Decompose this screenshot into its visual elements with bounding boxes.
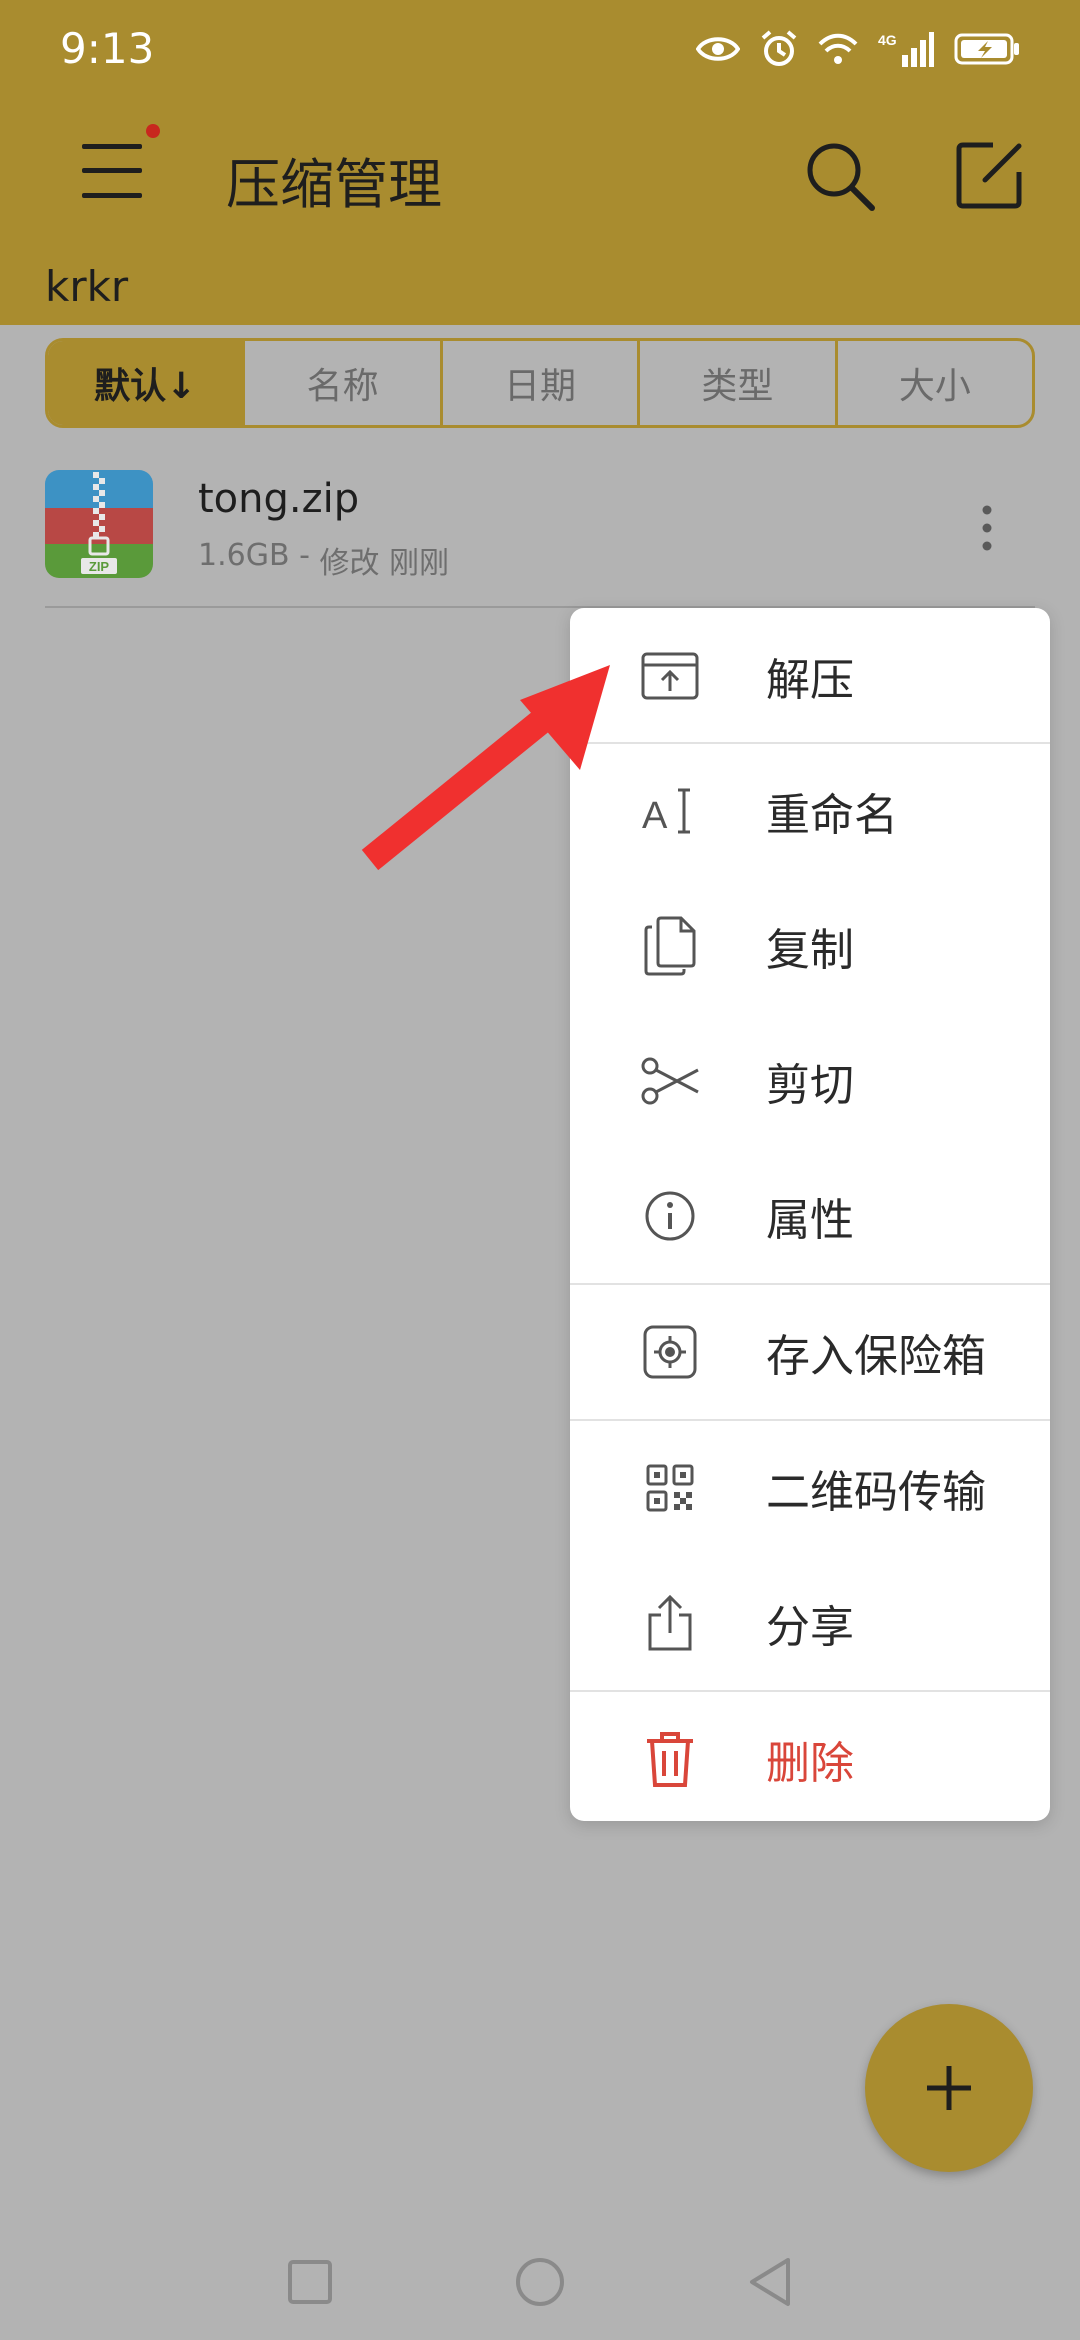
menu-item-copy[interactable]: 复制: [570, 878, 1050, 1013]
menu-item-label: 二维码传输: [766, 1466, 986, 1518]
plus-icon: [927, 2066, 971, 2110]
menu-item-delete[interactable]: 删除: [570, 1691, 1050, 1821]
status-time: 9:13: [60, 24, 155, 73]
signal-icon: 4G: [878, 32, 934, 67]
file-modified: 修改 刚刚: [319, 546, 449, 581]
eye-icon: [696, 37, 740, 61]
svg-text:A: A: [642, 795, 668, 836]
qr-code-icon: [638, 1456, 702, 1520]
menu-item-qr-transfer[interactable]: 二维码传输: [570, 1420, 1050, 1555]
add-fab-button[interactable]: [865, 2004, 1033, 2172]
menu-item-share[interactable]: 分享: [570, 1555, 1050, 1690]
page-title: 压缩管理: [226, 153, 442, 216]
menu-item-label: 属性: [766, 1194, 854, 1246]
info-icon: [638, 1184, 702, 1248]
sort-bar: 默认↓ 名称 日期 类型 大小: [45, 338, 1035, 428]
meta-separator: -: [289, 538, 320, 573]
menu-item-rename[interactable]: A 重命名: [570, 743, 1050, 878]
square-icon: [288, 2260, 332, 2304]
menu-item-label: 重命名: [766, 789, 898, 841]
edit-icon: [956, 142, 1022, 209]
safe-icon: [638, 1320, 702, 1384]
zip-file-icon: ZIP: [45, 470, 153, 578]
search-icon: [807, 143, 875, 211]
status-icons: 4G: [696, 30, 1020, 68]
context-menu: 解压 A 重命名 复制 剪切 属性 存入保险箱 二维码传输 分享 删除: [570, 608, 1050, 1821]
rename-icon: A: [638, 779, 702, 843]
current-path: krkr: [45, 262, 129, 311]
copy-icon: [638, 914, 702, 978]
notification-dot: [146, 124, 160, 138]
sort-tab-name[interactable]: 名称: [245, 341, 443, 425]
scissors-icon: [638, 1049, 702, 1113]
sort-tab-date[interactable]: 日期: [443, 341, 641, 425]
hamburger-icon: [82, 144, 142, 198]
system-nav-bar: [0, 2230, 1080, 2340]
annotation-arrow: [361, 665, 610, 871]
search-button[interactable]: [804, 140, 876, 212]
menu-item-label: 解压: [766, 654, 854, 706]
nav-back-button[interactable]: [740, 2252, 800, 2312]
nav-recents-button[interactable]: [280, 2252, 340, 2312]
extract-icon: [638, 644, 702, 708]
more-options-button[interactable]: [965, 498, 1009, 558]
alarm-icon: [761, 30, 797, 66]
nav-home-button[interactable]: [510, 2252, 570, 2312]
file-size: 1.6GB: [198, 538, 290, 573]
file-name: tong.zip: [198, 476, 360, 522]
file-list-item[interactable]: ZIP tong.zip 1.6GB - 修改 刚刚: [45, 450, 1035, 608]
sort-tab-default[interactable]: 默认↓: [48, 341, 246, 425]
menu-item-label: 分享: [766, 1601, 854, 1653]
menu-item-label: 剪切: [766, 1059, 854, 1111]
wifi-icon: [818, 33, 858, 64]
zip-badge-text: ZIP: [89, 559, 110, 574]
status-bar: 9:13 4G: [0, 0, 1080, 100]
trash-icon: [638, 1727, 702, 1791]
menu-item-label: 删除: [766, 1737, 854, 1789]
menu-item-properties[interactable]: 属性: [570, 1148, 1050, 1283]
file-meta: 1.6GB - 修改 刚刚: [198, 538, 449, 582]
battery-icon: [954, 33, 1019, 65]
share-icon: [638, 1591, 702, 1655]
edit-button[interactable]: [955, 140, 1025, 210]
svg-text:4G: 4G: [878, 32, 897, 48]
app-bar: 9:13 4G 压缩管理 krkr: [0, 0, 1080, 325]
menu-button[interactable]: [78, 124, 160, 202]
menu-item-extract[interactable]: 解压: [570, 608, 1050, 743]
circle-icon: [516, 2258, 564, 2306]
menu-item-label: 复制: [766, 924, 854, 976]
menu-item-label: 存入保险箱: [766, 1330, 986, 1382]
menu-item-safe[interactable]: 存入保险箱: [570, 1284, 1050, 1419]
sort-tab-size[interactable]: 大小: [838, 341, 1032, 425]
sort-tab-type[interactable]: 类型: [640, 341, 838, 425]
menu-item-cut[interactable]: 剪切: [570, 1013, 1050, 1148]
more-vert-icon: [982, 505, 992, 551]
back-triangle-icon: [750, 2258, 790, 2306]
